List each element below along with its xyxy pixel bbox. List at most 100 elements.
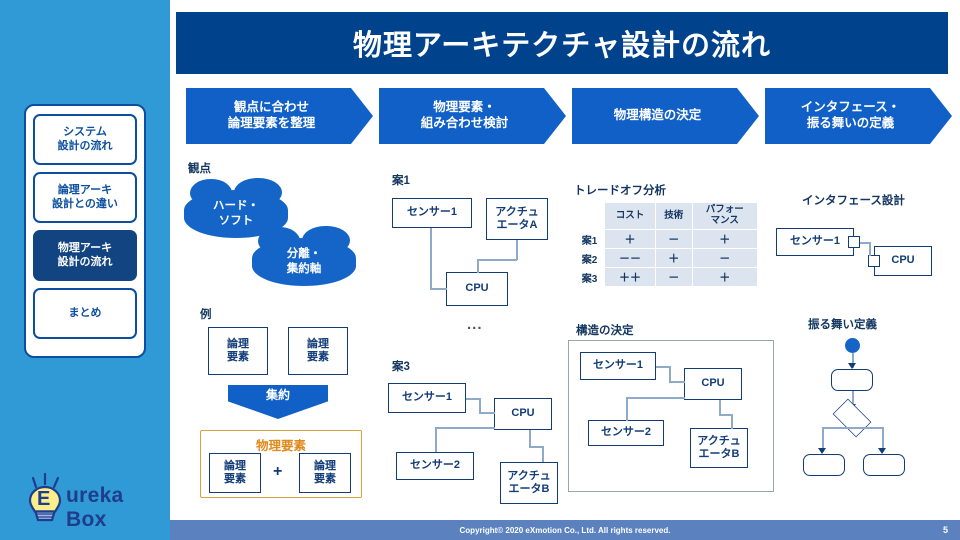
physical-part-2: 論理 要素: [299, 453, 351, 493]
sidebar-item-summary[interactable]: まとめ: [33, 288, 137, 339]
sidebar-item-logical-arch-diff[interactable]: 論理アーキ 設計との違い: [33, 172, 137, 223]
plan3-conn-actB-v1: [529, 430, 531, 446]
slide-title-bar: 物理アーキテクチャ設計の流れ: [176, 12, 948, 74]
struct-conn-s1-h2: [669, 381, 685, 383]
flow-branch-right-node: [863, 454, 905, 476]
plan1-actuatorA-box: アクチュ エータA: [486, 198, 548, 240]
behavior-heading: 振る舞い定義: [808, 319, 877, 331]
plan3-sensor2-box: センサー2: [396, 452, 474, 480]
cloud-label-1: ハード・ ソフト: [213, 200, 259, 227]
flow-line-branch-h: [822, 427, 883, 429]
plan1-conn-actA-v1: [516, 240, 518, 260]
plan1-conn-actA-v2: [477, 259, 479, 273]
table-row: 案1 ＋ － ＋: [574, 229, 759, 249]
aggregate-arrow: 集約: [228, 385, 328, 419]
plan3-heading: 案3: [392, 361, 410, 373]
page-number: 5: [942, 525, 948, 535]
sidebar-item-physical-arch-flow[interactable]: 物理アーキ 設計の流れ: [33, 230, 137, 281]
eureka-box-logo: E ureka Box: [20, 470, 160, 531]
interface-sensor1-box: センサー1: [776, 228, 854, 256]
bulb-base: [33, 510, 57, 522]
struct-conn-actB-v2: [731, 414, 733, 429]
viewpoint-heading: 観点: [188, 163, 211, 175]
cell-plan2-cost: －－: [604, 248, 656, 268]
plan1-cpu-box: CPU: [446, 272, 508, 306]
cell-plan2-perf: －: [691, 248, 759, 268]
process-step-3[interactable]: 物理構造の決定: [572, 88, 759, 144]
example-logical-element-1: 論理 要素: [208, 327, 268, 375]
plan1-conn-sensor1-h: [430, 288, 447, 290]
struct-conn-s1-v: [669, 366, 671, 381]
table-col-performance: パフォー マンス: [691, 202, 759, 230]
cell-plan1-cost: ＋: [604, 229, 656, 249]
process-step-2[interactable]: 物理要素・ 組み合わせ検討: [379, 88, 566, 144]
cell-plan1-tech: －: [655, 229, 693, 249]
cell-plan1-perf: ＋: [691, 229, 759, 249]
table-row: 案3 ＋＋ － ＋: [574, 267, 759, 287]
process-step-1[interactable]: 観点に合わせ 論理要素を整理: [186, 88, 373, 144]
plan1-conn-actA-h: [477, 259, 517, 261]
page-title: 物理アーキテクチャ設計の流れ: [353, 30, 771, 62]
struct-conn-s1-h: [656, 366, 670, 368]
tradeoff-table: コスト 技術 パフォー マンス 案1 ＋ － ＋ 案2 －－ ＋ － 案3 ＋＋…: [574, 202, 759, 287]
plan3-conn-s1-h: [466, 398, 480, 400]
physical-element-group: 物理要素 論理 要素 + 論理 要素: [200, 430, 362, 498]
structure-cpu-box: CPU: [684, 368, 742, 400]
cell-plan3-perf: ＋: [691, 267, 759, 287]
plan3-conn-actB-h: [529, 446, 543, 448]
plan3-sensor1-box: センサー1: [388, 383, 466, 413]
cell-plan2-tech: ＋: [655, 248, 693, 268]
process-step-4[interactable]: インタフェース・ 振る舞いの定義: [765, 88, 952, 144]
flow-decision-node: [832, 398, 872, 438]
cell-plan3-cost: ＋＋: [604, 267, 656, 287]
interface-cpu-box: CPU: [874, 246, 932, 276]
interface-port-cpu: [868, 255, 880, 267]
flow-branch-left-node: [803, 454, 845, 476]
interface-heading: インタフェース設計: [802, 195, 905, 207]
cell-plan3-tech: －: [655, 267, 693, 287]
sidebar-item-system-flow[interactable]: システム 設計の流れ: [33, 114, 137, 165]
interface-port-sensor: [848, 236, 860, 248]
cloud-label-2: 分離・ 集約軸: [286, 248, 322, 275]
flow-action-node: [831, 369, 873, 391]
plan1-sensor1-box: センサー1: [392, 198, 472, 228]
plan3-conn-s2-v: [435, 427, 437, 452]
example-heading: 例: [200, 309, 212, 321]
copyright-text: Copyright© 2020 eXmotion Co., Ltd. All r…: [459, 525, 671, 535]
structure-sensor2-box: センサー2: [588, 420, 664, 446]
physical-part-1: 論理 要素: [209, 453, 261, 493]
slide-footer: Copyright© 2020 eXmotion Co., Ltd. All r…: [170, 520, 960, 540]
plan3-conn-actB-v2: [542, 446, 544, 462]
table-row-label-plan1: 案1: [574, 229, 605, 249]
logo-text: ureka Box: [66, 484, 124, 531]
structure-sensor1-box: センサー1: [580, 352, 656, 380]
plan1-ellipsis: ...: [467, 316, 483, 333]
aggregate-arrow-label: 集約: [265, 388, 290, 402]
plan3-cpu-box: CPU: [494, 398, 552, 430]
table-header-row: コスト 技術 パフォー マンス: [574, 202, 759, 230]
physical-element-title: 物理要素: [255, 439, 306, 453]
struct-conn-actB-v1: [719, 400, 721, 414]
tradeoff-heading: トレードオフ分析: [574, 185, 666, 197]
plan1-conn-sensor1-v: [430, 228, 432, 288]
plan3-actuatorB-box: アクチュ エータB: [500, 462, 558, 504]
table-col-tech: 技術: [655, 202, 693, 230]
sidebar-nav-card: システム 設計の流れ 論理アーキ 設計との違い 物理アーキ 設計の流れ まとめ: [24, 104, 146, 358]
interface-conn-v: [869, 242, 871, 256]
process-chevron-bar: 観点に合わせ 論理要素を整理 物理要素・ 組み合わせ検討 物理構造の決定 インタ…: [186, 88, 952, 144]
table-row-label-plan3: 案3: [574, 267, 605, 287]
plus-operator: +: [273, 463, 283, 480]
plan3-conn-s1-v: [479, 398, 481, 412]
table-row: 案2 －－ ＋ －: [574, 248, 759, 268]
struct-conn-s2-v: [626, 397, 628, 421]
structure-heading: 構造の決定: [576, 325, 634, 337]
table-row-label-plan2: 案2: [574, 248, 605, 268]
structure-actuatorB-box: アクチュ エータB: [690, 428, 748, 468]
logo-bulb-letter: E: [37, 488, 51, 510]
flow-start-node: [845, 338, 860, 353]
table-col-cost: コスト: [604, 202, 656, 230]
slide-root: システム 設計の流れ 論理アーキ 設計との違い 物理アーキ 設計の流れ まとめ …: [0, 0, 960, 540]
plan3-conn-s1-h2: [479, 412, 495, 414]
example-logical-element-2: 論理 要素: [288, 327, 348, 375]
struct-conn-s2-h: [626, 397, 685, 399]
